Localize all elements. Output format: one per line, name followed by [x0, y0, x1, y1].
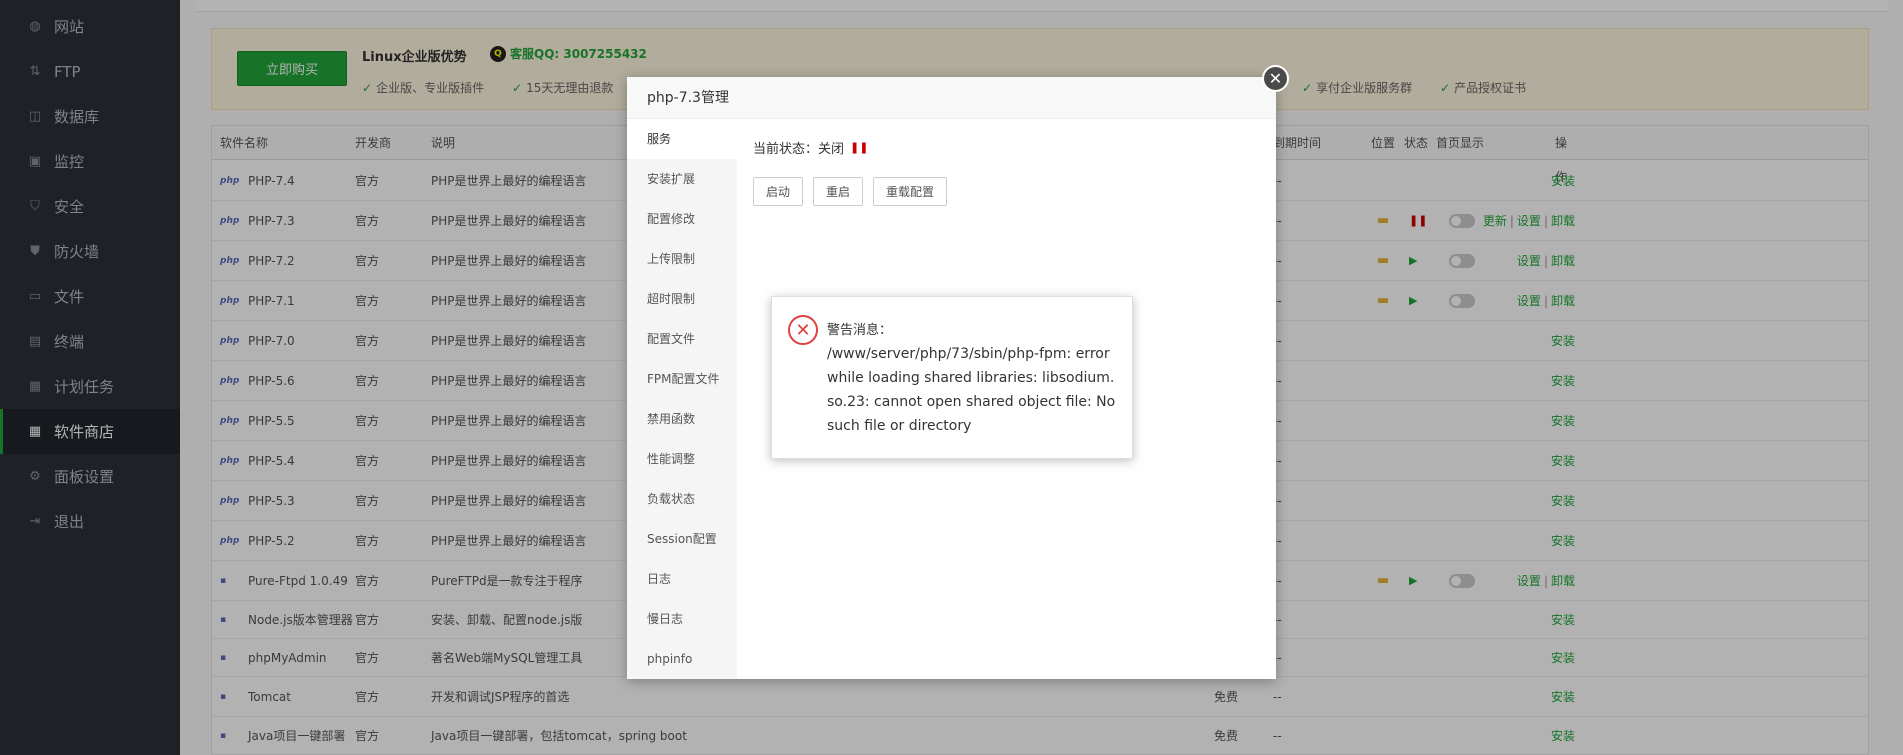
- modal-menu-item[interactable]: 禁用函数: [627, 399, 737, 439]
- modal-menu-item[interactable]: 慢日志: [627, 599, 737, 639]
- modal-menu: 服务 安装扩展 配置修改 上传限制 超时限制 配置文件 FPM配置文件 禁用函数 性能调整 负载状…: [627, 119, 737, 679]
- alert-title: 警告消息：: [827, 323, 893, 338]
- start-button[interactable]: 启动: [753, 177, 804, 206]
- status-label: 当前状态：关闭: [753, 142, 845, 157]
- modal-menu-item[interactable]: phpinfo: [627, 639, 737, 679]
- modal-menu-item[interactable]: Session配置: [627, 519, 737, 559]
- modal-menu-item[interactable]: 服务: [627, 119, 737, 159]
- modal-menu-item[interactable]: 日志: [627, 559, 737, 599]
- modal-menu-item[interactable]: 负载状态: [627, 479, 737, 519]
- reload-config-button[interactable]: 重载配置: [873, 177, 948, 206]
- modal-menu-item[interactable]: FPM配置文件: [627, 359, 737, 399]
- service-buttons: 启动 重启 重载配置: [753, 177, 948, 206]
- stopped-icon: ❚❚: [850, 141, 869, 154]
- alert-message: /www/server/php/73/sbin/php-fpm: error w…: [827, 346, 1116, 434]
- service-status: 当前状态：关闭 ❚❚: [753, 138, 868, 157]
- modal-menu-item[interactable]: 上传限制: [627, 239, 737, 279]
- error-icon: ✕: [788, 315, 818, 345]
- modal-menu-item[interactable]: 超时限制: [627, 279, 737, 319]
- close-icon[interactable]: ✕: [1262, 65, 1289, 92]
- modal-menu-item[interactable]: 性能调整: [627, 439, 737, 479]
- modal-menu-item[interactable]: 安装扩展: [627, 159, 737, 199]
- modal-title: php-7.3管理: [627, 77, 1276, 119]
- restart-button[interactable]: 重启: [813, 177, 864, 206]
- modal-menu-item[interactable]: 配置修改: [627, 199, 737, 239]
- warning-alert: ✕ 警告消息： /www/server/php/73/sbin/php-fpm:…: [771, 296, 1133, 459]
- modal-menu-item[interactable]: 配置文件: [627, 319, 737, 359]
